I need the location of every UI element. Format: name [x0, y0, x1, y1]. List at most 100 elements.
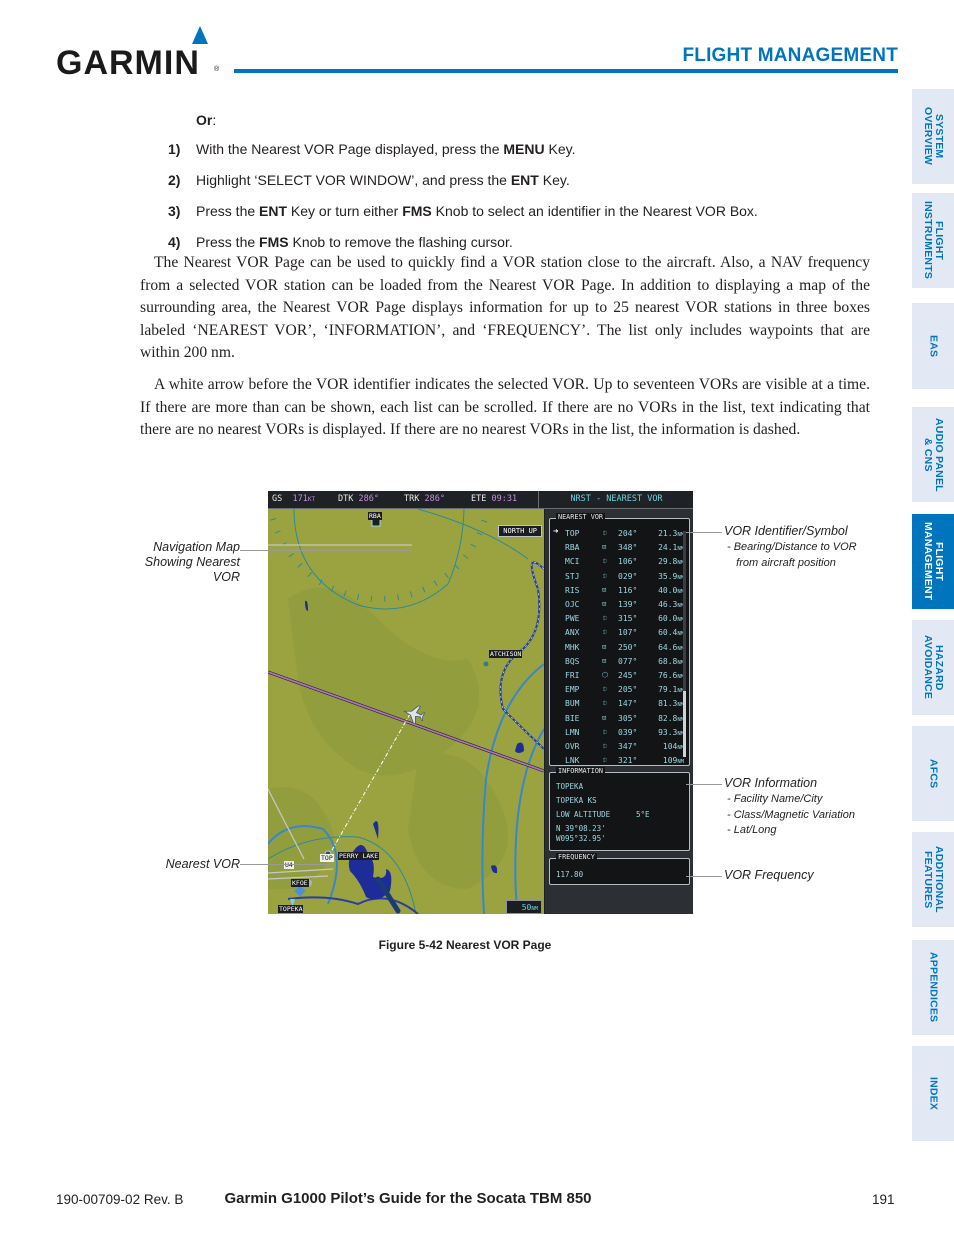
side-tab-flight-instruments[interactable]: FLIGHT INSTRUMENTS: [912, 193, 954, 288]
vortac-icon: ⯐: [602, 756, 608, 765]
vor-row-ris[interactable]: RIS ⊡ 116° 40.0NM: [550, 584, 688, 598]
vor-identifier: FRI: [565, 671, 580, 680]
map-label-u4: U4: [284, 861, 294, 869]
vor-identifier: BIE: [565, 713, 580, 723]
vor-distance-value: 82.8: [658, 713, 678, 723]
footer-page-number: 191: [872, 1192, 895, 1207]
map-label-rba: RBA: [368, 512, 382, 520]
callout-nearest-vor: Nearest VOR: [165, 857, 240, 871]
vor-identifier: LMN: [565, 727, 580, 737]
step-key-name: FMS: [259, 234, 289, 250]
step-key-name: ENT: [510, 172, 539, 188]
vor-distance-value: 29.8: [658, 557, 678, 567]
step-text: Press the ENT Key or turn either FMS Kno…: [196, 203, 758, 234]
map-label-kfoe: KFOE: [291, 879, 309, 887]
compass-tick: [356, 593, 360, 601]
vor-bearing: 321°: [618, 756, 638, 766]
side-tab-hazard-avoidance[interactable]: HAZARD AVOIDANCE: [912, 620, 954, 715]
vor-row-rba[interactable]: RBA ⊡ 348° 24.1NM: [550, 541, 688, 555]
vor-distance: 60.0NM: [658, 614, 684, 623]
step-key-name: MENU: [503, 141, 545, 157]
callout-leader-navigation-map: [240, 550, 412, 551]
rba-vor-icon: [371, 518, 381, 527]
facility-name: TOPEKA: [556, 782, 584, 791]
vor-bearing: 116°: [618, 585, 638, 595]
callout-vor-information: VOR Information: [724, 776, 818, 790]
side-tab-afcs[interactable]: AFCS: [912, 726, 954, 821]
vor-distance: 109NM: [663, 756, 684, 765]
vor-row-bum[interactable]: BUM ⯐ 147° 81.3NM: [550, 697, 688, 711]
vor-bearing: 039°: [618, 727, 638, 737]
side-tab-audio-panel-cns[interactable]: AUDIO PANEL & CNS: [912, 407, 954, 502]
vor-distance-value: 64.6: [658, 642, 678, 652]
or-label: Or:: [196, 112, 216, 128]
vor-distance-value: 60.0: [658, 614, 678, 624]
longitude: W095°32.95': [556, 834, 606, 843]
vor-row-mci[interactable]: MCI ⯐ 106° 29.8NM: [550, 555, 688, 569]
step-item: 2) Highlight ‘SELECT VOR WINDOW’, and pre…: [168, 172, 758, 203]
step-item: 3) Press the ENT Key or turn either FMS K…: [168, 203, 758, 234]
step-number: 2): [168, 172, 181, 188]
trk-label: TRK: [404, 494, 420, 504]
step-text: Highlight ‘SELECT VOR WINDOW’, and press…: [196, 172, 570, 203]
vor-row-anx[interactable]: ANX ⯐ 107° 60.4NM: [550, 626, 688, 640]
vor-row-ojc[interactable]: OJC ⊡ 139° 46.3NM: [550, 598, 688, 612]
vor-dme-icon: ⊡: [602, 600, 607, 608]
vor-bearing: 250°: [618, 642, 638, 652]
step-text-part: Key.: [538, 172, 570, 188]
step-text-part: Key.: [544, 141, 576, 157]
scroll-thumb[interactable]: [683, 691, 686, 757]
vor-distance: 24.1NM: [658, 543, 684, 552]
vor-bearing: 204°: [618, 529, 638, 538]
step-text-part: Press the: [196, 203, 260, 219]
compass-tick: [444, 573, 449, 579]
vor-row-ovr[interactable]: OVR ⯐ 347° 104NM: [550, 740, 688, 754]
navigation-status-bar: GS 171KT DTK 286° TRK 286° ETE 09:31 NRS…: [268, 491, 693, 509]
vor-row-bqs[interactable]: BQS ⊡ 077° 68.8NM: [550, 655, 688, 669]
side-tab-additional-features[interactable]: ADDITIONAL FEATURES: [912, 832, 954, 927]
vor-distance-value: 76.6: [658, 671, 678, 680]
vor-distance: 64.6NM: [658, 643, 684, 652]
side-tab-system-overview[interactable]: SYSTEM OVERVIEW: [912, 89, 954, 184]
side-tab-label: FLIGHT INSTRUMENTS: [922, 201, 945, 280]
vor-bearing: 106°: [618, 557, 638, 567]
vor-row-emp[interactable]: EMP ⯐ 205° 79.1NM: [550, 683, 688, 697]
vor-row-pwe[interactable]: PWE ⯐ 315° 60.0NM: [550, 612, 688, 626]
navigation-map[interactable]: RBA ATCHISON PERRY LAKE TOP U4 KFOE TOPE…: [268, 509, 544, 914]
vor-row-fri[interactable]: FRI ⬡ 245° 76.6NM: [550, 669, 688, 683]
side-tab-label: HAZARD AVOIDANCE: [922, 635, 945, 700]
vor-row-lmn[interactable]: LMN ⯐ 039° 93.3NM: [550, 726, 688, 740]
vor-identifier: STJ: [565, 571, 580, 581]
frequency-value[interactable]: 117.80: [556, 870, 583, 879]
vor-row-top[interactable]: ➜ TOP ⯐ 204° 21.3NM: [550, 527, 688, 541]
step-text-part: Press the: [196, 234, 260, 250]
callout-vor-identifier-details: - Bearing/Distance to VOR from aircraft …: [727, 541, 857, 569]
vor-identifier: ANX: [565, 628, 580, 638]
vor-distance: 21.3NM: [658, 529, 684, 538]
vor-distance: 104NM: [663, 742, 684, 751]
vor-dme-icon: ⊡: [602, 585, 607, 594]
map-orientation-label[interactable]: NORTH UP: [498, 525, 542, 537]
vor-distance: 60.4NM: [658, 628, 684, 637]
side-tab-eas[interactable]: EAS: [912, 303, 954, 389]
vor-row-stj[interactable]: STJ ⯐ 029° 35.9NM: [550, 570, 688, 584]
ete-value: 09:31: [491, 494, 518, 504]
nearest-vor-scrollbar[interactable]: [683, 531, 686, 757]
compass-tick: [463, 554, 469, 559]
vor-row-mhk[interactable]: MHK ⊡ 250° 64.6NM: [550, 641, 688, 655]
compass-tick: [307, 571, 313, 578]
step-text-part: Knob to select an identifier in the Near…: [431, 203, 758, 219]
vor-distance-value: 21.3: [658, 529, 678, 538]
side-tab-appendices[interactable]: APPENDICES: [912, 940, 954, 1035]
map-range-unit: NM: [531, 906, 538, 912]
vor-distance: 68.8NM: [658, 657, 684, 666]
vortac-icon: ⯐: [602, 685, 608, 694]
callout-vor-information-details: - Facility Name/City - Class/Magnetic Va…: [727, 793, 855, 836]
vor-row-bie[interactable]: BIE ⊡ 305° 82.8NM: [550, 712, 688, 726]
side-tab-index[interactable]: INDEX: [912, 1046, 954, 1141]
nearest-vor-box-label: NEAREST VOR: [556, 513, 606, 522]
side-tab-label: INDEX: [927, 1076, 940, 1111]
step-key-name: ENT: [259, 203, 288, 219]
side-tab-label: EAS: [927, 334, 940, 358]
side-tab-flight-management[interactable]: FLIGHT MANAGEMENT: [912, 514, 954, 609]
